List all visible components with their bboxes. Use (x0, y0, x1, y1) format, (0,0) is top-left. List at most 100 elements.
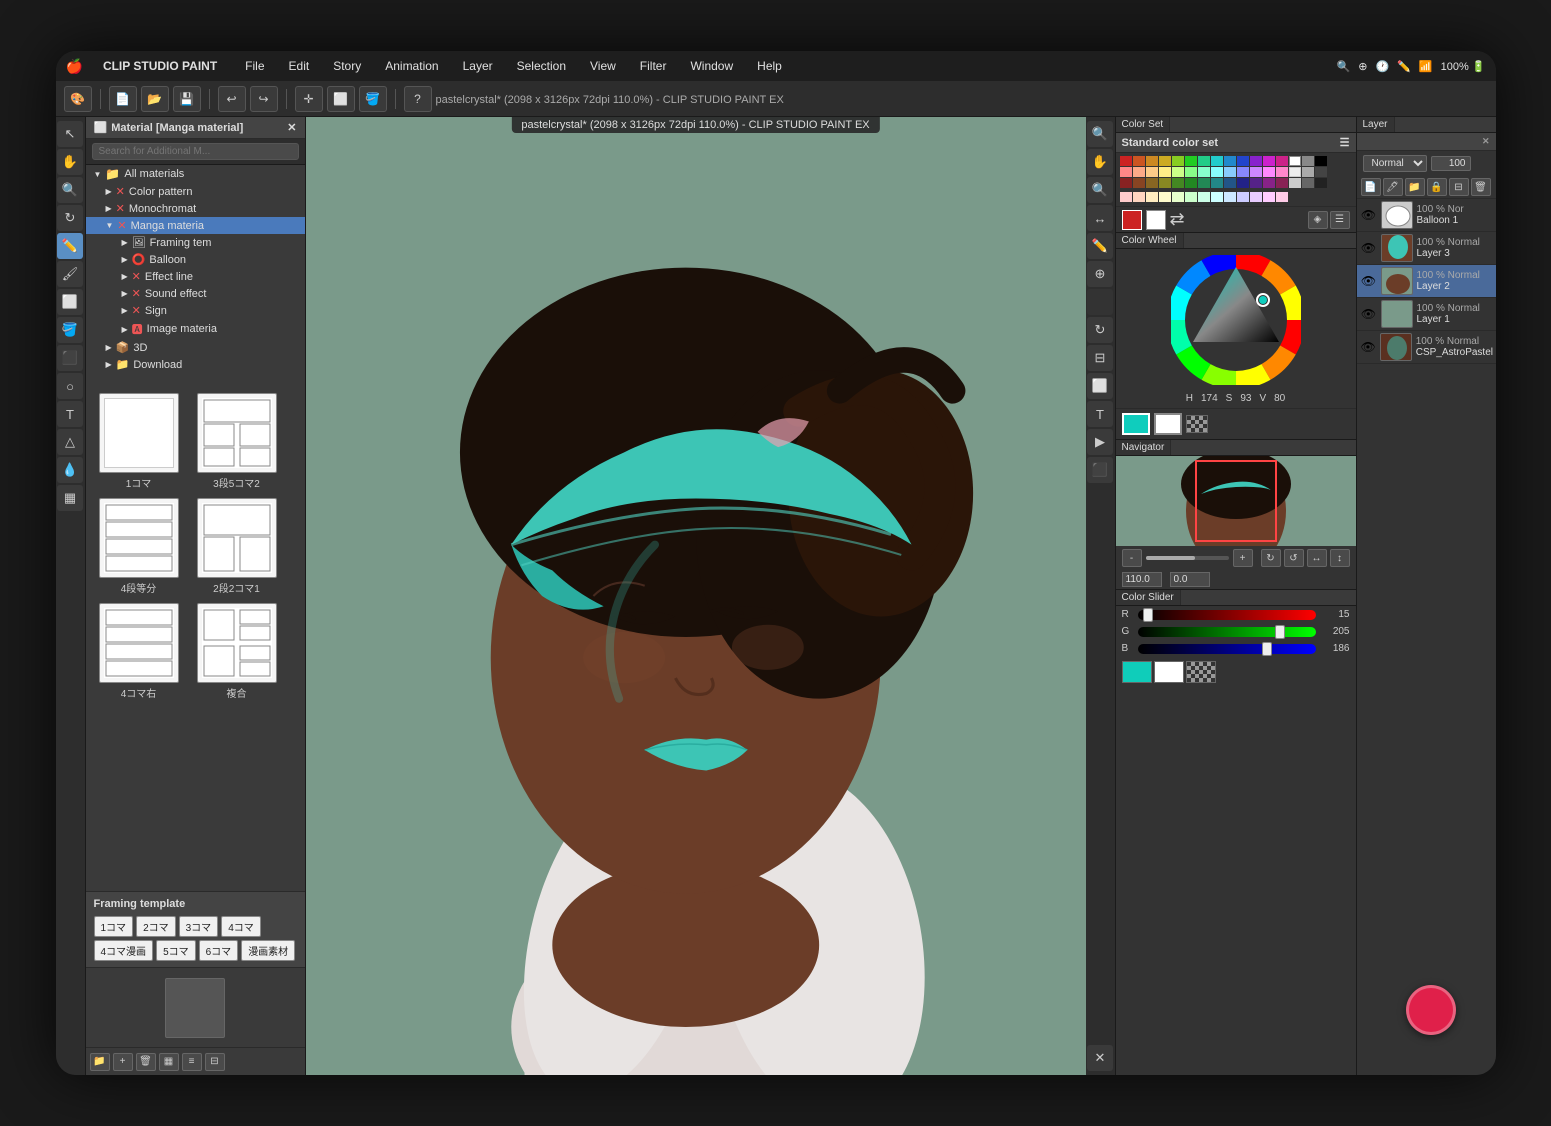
layer-row-balloon1[interactable]: 👁 100 % Nor Balloon 1 (1357, 199, 1496, 232)
materials-close[interactable]: ✕ (287, 121, 296, 134)
bg-color-preview[interactable] (1146, 210, 1166, 230)
color-light-orange[interactable] (1146, 167, 1158, 177)
layer-row-astro[interactable]: 👁 100 % Normal CSP_AstroPastel (1357, 331, 1496, 364)
nav-zoom-in[interactable]: + (1233, 549, 1253, 567)
color-dark-green[interactable] (1172, 178, 1184, 188)
color-yellow-green[interactable] (1172, 156, 1184, 166)
color-dark-teal[interactable] (1198, 178, 1210, 188)
nav-angle-input[interactable] (1170, 572, 1210, 587)
color-ex1[interactable] (1120, 192, 1132, 202)
secondary-color-swatch[interactable] (1154, 661, 1184, 683)
tab-color-set[interactable]: Color Set (1116, 117, 1171, 132)
tree-effect-line[interactable]: ▶ ✕ Effect line (86, 268, 305, 285)
grid-item-4koma-right[interactable]: 4コマ右 (94, 603, 184, 700)
color-yellow[interactable] (1159, 156, 1171, 166)
tab-layer[interactable]: Layer (1357, 117, 1395, 132)
color-dark-sky[interactable] (1224, 178, 1236, 188)
color-ex12[interactable] (1263, 192, 1275, 202)
color-light-red[interactable] (1120, 167, 1132, 177)
tool-move[interactable]: ✋ (57, 149, 83, 175)
b-slider-thumb[interactable] (1262, 642, 1272, 656)
color-pink[interactable] (1276, 167, 1288, 177)
color-dark-cyan[interactable] (1211, 178, 1223, 188)
menu-story[interactable]: Story (329, 57, 365, 75)
color-forest[interactable] (1185, 178, 1197, 188)
color-dark-red[interactable] (1120, 178, 1132, 188)
color-ex2[interactable] (1133, 192, 1145, 202)
tool-rotate[interactable]: ↻ (57, 205, 83, 231)
color-orange[interactable] (1146, 156, 1158, 166)
grid-item-multi[interactable]: 複合 (192, 603, 282, 700)
current-color-swatch[interactable] (1122, 661, 1152, 683)
nav-zoom-input[interactable] (1122, 572, 1162, 587)
framing-btn-4koma-manga[interactable]: 4コマ漫画 (94, 940, 154, 961)
sub-tool-close[interactable]: ✕ (1087, 1045, 1113, 1071)
tree-framing[interactable]: ▶ 🖼 Framing tem (86, 234, 305, 251)
transparent-swatch[interactable] (1186, 661, 1216, 683)
color-black[interactable] (1315, 156, 1327, 166)
color-dark-blue[interactable] (1237, 178, 1249, 188)
framing-btn-6koma[interactable]: 6コマ (199, 940, 239, 961)
canvas-area[interactable]: pastelcrystal* (2098 x 3126px 72dpi 110.… (306, 117, 1086, 1075)
color-near-black[interactable] (1315, 178, 1327, 188)
layer-delete[interactable]: 🗑 (1471, 178, 1491, 196)
material-list-btn[interactable]: ≡ (182, 1053, 202, 1071)
tool-gradient[interactable]: ▦ (57, 485, 83, 511)
color-green[interactable] (1185, 156, 1197, 166)
color-mid-gray[interactable] (1302, 178, 1314, 188)
r-slider-thumb[interactable] (1143, 608, 1153, 622)
b-slider[interactable] (1138, 644, 1316, 654)
color-sky[interactable] (1224, 156, 1236, 166)
color-wheel-svg[interactable] (1171, 255, 1301, 385)
menu-animation[interactable]: Animation (381, 57, 442, 75)
menu-help[interactable]: Help (753, 57, 786, 75)
sub-tool-pen[interactable]: ✏️ (1087, 233, 1113, 259)
framing-btn-3koma[interactable]: 3コマ (179, 916, 219, 937)
color-purple[interactable] (1250, 156, 1262, 166)
menu-filter[interactable]: Filter (636, 57, 671, 75)
nav-rotate-1[interactable]: ↻ (1261, 549, 1281, 567)
tool-text[interactable]: T (57, 401, 83, 427)
color-ex4[interactable] (1159, 192, 1171, 202)
opacity-input[interactable] (1431, 156, 1471, 171)
sub-tool-T[interactable]: T (1087, 401, 1113, 427)
bg-color-box[interactable] (1154, 413, 1182, 435)
layer-row-2[interactable]: 👁 100 % Normal Layer 2 (1357, 265, 1496, 298)
material-grid-btn[interactable]: ▦ (159, 1053, 179, 1071)
sub-tool-10[interactable]: ⬛ (1087, 457, 1113, 483)
nav-flip-h[interactable]: ↔ (1307, 549, 1327, 567)
fg-color-preview[interactable] (1122, 210, 1142, 230)
framing-btn-1koma[interactable]: 1コマ (94, 916, 134, 937)
color-ex10[interactable] (1237, 192, 1249, 202)
color-ex13[interactable] (1276, 192, 1288, 202)
nav-rotate-2[interactable]: ↺ (1284, 549, 1304, 567)
transparent-box[interactable] (1186, 415, 1208, 433)
sub-tool-6[interactable]: ↻ (1087, 317, 1113, 343)
color-brown[interactable] (1133, 178, 1145, 188)
tree-manga-material[interactable]: ▼ ✕ Manga materia (86, 217, 305, 234)
menu-file[interactable]: File (241, 57, 268, 75)
material-folder-btn[interactable]: 📁 (90, 1053, 110, 1071)
color-dark-orange[interactable] (1146, 178, 1158, 188)
tool-eyedrop[interactable]: 💧 (57, 457, 83, 483)
color-blue[interactable] (1237, 156, 1249, 166)
color-set-menu[interactable]: ☰ (1340, 136, 1350, 149)
tool-shape[interactable]: △ (57, 429, 83, 455)
layer-close[interactable]: ✕ (1482, 136, 1490, 147)
color-ex5[interactable] (1172, 192, 1184, 202)
layer-eye-1[interactable]: 👁 (1361, 307, 1377, 321)
color-ex8[interactable] (1211, 192, 1223, 202)
color-dark-purple[interactable] (1250, 178, 1262, 188)
color-filter-btn[interactable]: ◈ (1308, 211, 1328, 229)
color-magenta[interactable] (1263, 156, 1275, 166)
framing-btn-manga[interactable]: 漫画素材 (241, 940, 295, 961)
menu-view[interactable]: View (586, 57, 620, 75)
tool-brush[interactable]: 🖌 (57, 261, 83, 287)
tree-image-material[interactable]: ▶ 🅰 Image materia (86, 319, 305, 339)
layer-row-3[interactable]: 👁 100 % Normal Layer 3 (1357, 232, 1496, 265)
color-pink-dark[interactable] (1276, 156, 1288, 166)
clip-studio-btn[interactable]: 🎨 (64, 86, 92, 112)
color-light-teal[interactable] (1198, 167, 1210, 177)
layer-eye-3[interactable]: 👁 (1361, 241, 1377, 255)
layer-new-raster[interactable]: 📄 (1361, 178, 1381, 196)
